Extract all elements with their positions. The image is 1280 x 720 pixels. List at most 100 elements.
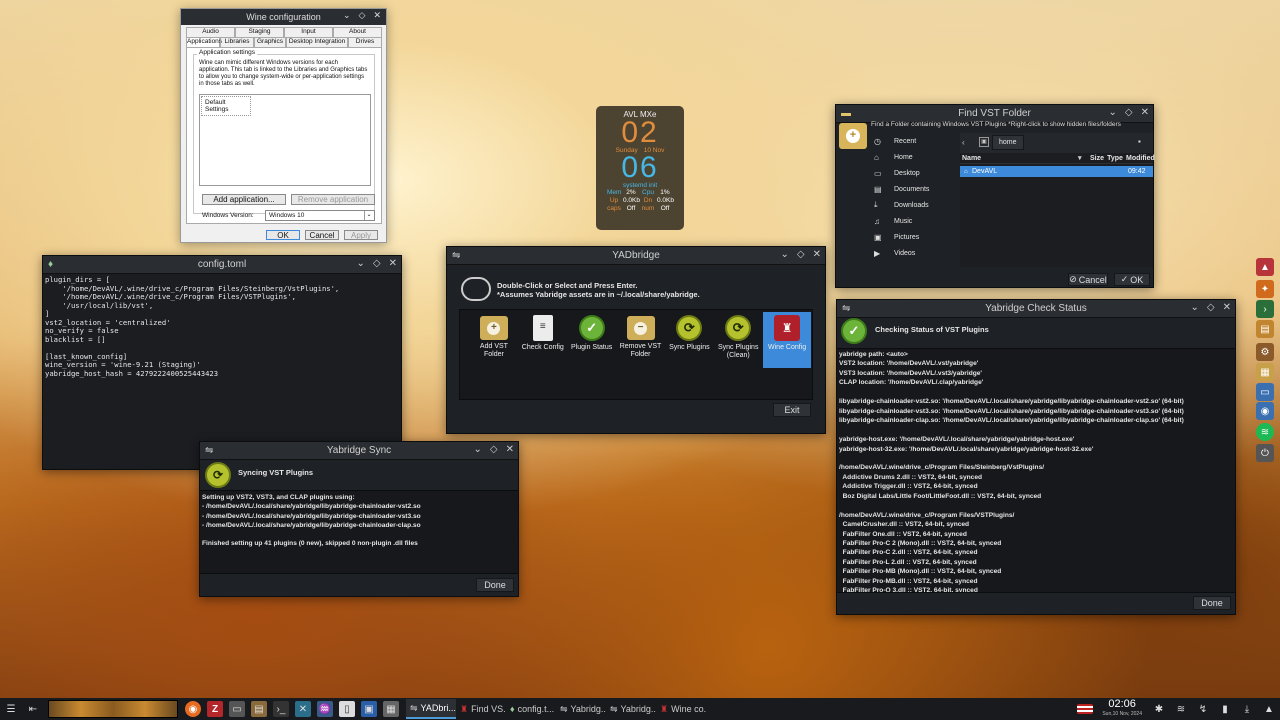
sync-done-button[interactable]: Done (476, 578, 514, 592)
wine-apply-button[interactable]: Apply (344, 230, 378, 240)
chevron-down-icon[interactable]: ⌄ (343, 10, 351, 21)
settings-icon[interactable]: ⚙ (1256, 343, 1274, 361)
yad-item[interactable]: ✓ Plugin Status (568, 312, 616, 368)
files-icon[interactable]: ▦ (1256, 363, 1274, 381)
place-item[interactable]: ▭ Desktop (874, 165, 954, 181)
monitor-icon[interactable]: ▭ (1256, 383, 1274, 401)
place-item[interactable]: ♫ Music (874, 213, 954, 229)
archive-icon[interactable]: ▤ (251, 701, 267, 717)
place-item[interactable]: ▤ Documents (874, 181, 954, 197)
taskbar-task[interactable]: ⇋ Yabridg... (556, 699, 606, 719)
place-item[interactable]: ⤓ Downloads (874, 197, 954, 213)
taskbar-task[interactable]: ♜Find VS... (456, 699, 506, 719)
filezilla-icon[interactable]: Z (207, 701, 223, 717)
tab-about[interactable]: About (333, 27, 382, 37)
network-icon[interactable]: ≋ (1173, 701, 1189, 717)
volume-icon[interactable]: ▮ (1217, 701, 1233, 717)
fire-icon[interactable]: ✦ (1256, 280, 1274, 298)
notification-icon[interactable]: ▲ (1261, 701, 1277, 717)
application-list[interactable]: Default Settings (199, 94, 371, 186)
maximize-icon[interactable]: ◇ (1207, 302, 1215, 313)
terminal-icon[interactable]: › (1256, 300, 1274, 318)
close-icon[interactable]: ✕ (813, 249, 821, 260)
taskbar-task[interactable]: ♦ config.t... (506, 699, 556, 719)
list-item-default-settings[interactable]: Default Settings (201, 96, 251, 116)
clock-time[interactable]: 02:06 (1108, 699, 1136, 710)
tab-staging[interactable]: Staging (235, 27, 284, 37)
finder-ok-button[interactable]: ✓ OK (1114, 273, 1150, 286)
add-application-button[interactable]: Add application... (202, 194, 286, 205)
place-item[interactable]: ⌂ Home (874, 149, 954, 165)
place-item[interactable]: ▶ Videos (874, 245, 954, 261)
status-done-button[interactable]: Done (1193, 596, 1231, 610)
usb-icon[interactable]: ↯ (1195, 701, 1211, 717)
drive-icon[interactable]: ▣ (979, 137, 989, 147)
maximize-icon[interactable]: ◇ (359, 10, 366, 21)
calculator-icon[interactable]: ▦ (383, 701, 399, 717)
drive-icon[interactable]: ▭ (229, 701, 245, 717)
new-folder-icon[interactable]: ▪ (1138, 137, 1141, 146)
yad-item[interactable]: − Remove VST Folder (617, 312, 665, 368)
minimize-icon[interactable]: ⌄ (474, 444, 482, 455)
spotify-icon[interactable]: ≋ (1256, 423, 1274, 441)
col-size[interactable]: Size (1084, 155, 1104, 162)
tab-applications[interactable]: Applications (186, 37, 222, 47)
col-type[interactable]: Type (1104, 155, 1126, 162)
close-icon[interactable]: ✕ (389, 258, 397, 269)
document-icon[interactable]: ▯ (339, 701, 355, 717)
maximize-icon[interactable]: ◇ (373, 258, 381, 269)
status-title-bar[interactable]: ⇋ Yabridge Check Status ⌄ ◇ ✕ (837, 300, 1235, 318)
yadbridge-title-bar[interactable]: ⇋ YADbridge ⌄ ◇ ✕ (447, 247, 825, 265)
maximize-icon[interactable]: ◇ (797, 249, 805, 260)
taskbar-task[interactable]: ♜Wine co... (656, 699, 706, 719)
file-row[interactable]: ⌂ DevAVL 09:42 (960, 166, 1153, 177)
col-name[interactable]: Name (960, 155, 1078, 162)
maximize-icon[interactable]: ◇ (490, 444, 498, 455)
sound-editor-icon[interactable]: ♒ (317, 701, 333, 717)
minimize-icon[interactable]: ⌄ (357, 258, 365, 269)
flag-us-icon[interactable] (1077, 704, 1094, 714)
col-modified[interactable]: Modified (1126, 155, 1155, 162)
yad-item[interactable]: ≡ Check Config (519, 312, 567, 368)
virtualbox-icon[interactable]: ▣ (361, 701, 377, 717)
tab-graphics[interactable]: Graphics (254, 37, 286, 47)
finder-cancel-button[interactable]: ⊘ Cancel (1068, 273, 1108, 286)
path-back-icon[interactable]: ‹ (962, 138, 965, 147)
wine-ok-button[interactable]: OK (266, 230, 300, 240)
sync-title-bar[interactable]: ⇋ Yabridge Sync ⌄ ◇ ✕ (200, 442, 518, 460)
firefox-icon[interactable]: ◉ (185, 701, 201, 717)
windows-version-select[interactable]: Windows 10 ⌄ (265, 210, 375, 221)
config-title-bar[interactable]: ♦ config.toml ⌄ ◇ ✕ (43, 256, 401, 274)
workspace-pager[interactable] (48, 700, 178, 718)
remove-application-button[interactable]: Remove application (291, 194, 375, 205)
yad-item[interactable]: + Add VST Folder (470, 312, 518, 368)
minimize-icon[interactable]: ⌄ (781, 249, 789, 260)
exit-button[interactable]: Exit (773, 403, 811, 417)
tools-icon[interactable]: ✕ (295, 701, 311, 717)
app-launcher-icon[interactable]: ▲ (1256, 258, 1274, 276)
path-home[interactable]: home (992, 135, 1024, 150)
wine-title-bar[interactable]: Wine configuration ⌄ ◇ ✕ (181, 9, 386, 25)
status-output[interactable]: yabridge path: <auto> VST2 location: '/ho… (837, 348, 1235, 593)
yad-item[interactable]: ⟳ Sync Plugins (Clean) (714, 312, 762, 368)
place-item[interactable]: ◷ Recent (874, 133, 954, 149)
close-icon[interactable]: ✕ (373, 10, 381, 21)
taskbar-task[interactable]: ⇋ Yabridg... (606, 699, 656, 719)
terminal-icon[interactable]: ›_ (273, 701, 289, 717)
tab-audio[interactable]: Audio (186, 27, 235, 37)
display-icon[interactable]: ◉ (1256, 402, 1274, 420)
tab-libraries[interactable]: Libraries (220, 37, 254, 47)
chevron-down-icon[interactable]: ⌄ (364, 211, 373, 220)
place-item[interactable]: ▣ Pictures (874, 229, 954, 245)
menu-icon[interactable]: ☰ (3, 701, 19, 717)
taskbar-task[interactable]: ⇋ YADbri... (406, 699, 456, 719)
wine-cancel-button[interactable]: Cancel (305, 230, 339, 240)
close-icon[interactable]: ✕ (1141, 107, 1149, 118)
updates-icon[interactable]: ⤓ (1239, 701, 1255, 717)
minimize-icon[interactable]: ⌄ (1109, 107, 1117, 118)
bluetooth-icon[interactable]: ✱ (1151, 701, 1167, 717)
package-icon[interactable]: ▤ (1256, 320, 1274, 338)
tab-desktop-integration[interactable]: Desktop Integration (286, 37, 348, 47)
tab-drives[interactable]: Drives (348, 37, 382, 47)
show-desktop-icon[interactable]: ⇤ (25, 701, 41, 717)
